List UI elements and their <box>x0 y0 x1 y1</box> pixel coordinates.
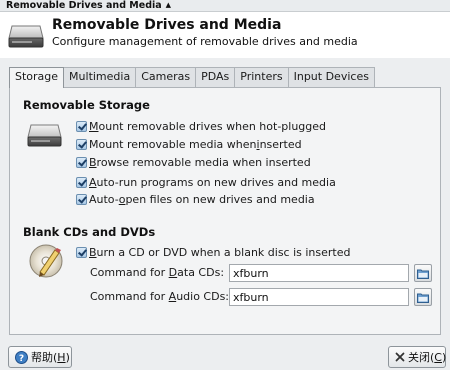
button-label: 关闭( <box>408 351 435 364</box>
browse-media-checkbox[interactable]: Browse removable media when inserted <box>76 154 311 170</box>
checkbox-label: ount removable drives when hot-plugged <box>98 119 327 133</box>
checkbox-label: Auto- <box>89 192 119 206</box>
checkbox-label: nserted <box>259 137 302 151</box>
tab-label: Storage <box>15 70 59 83</box>
mnemonic-letter: C <box>434 350 442 364</box>
window-title: Removable Drives and Media <box>6 0 162 11</box>
data-cd-command-input[interactable] <box>229 264 409 282</box>
auto-open-checkbox[interactable]: Auto-o pen files on new drives and media <box>76 191 315 207</box>
mnemonic-letter: H <box>57 350 66 364</box>
mnemonic-letter: o <box>118 192 126 206</box>
tab-label: Cameras <box>141 70 191 83</box>
checkbox-label: urn a CD or DVD when a blank disc is ins… <box>96 245 351 259</box>
folder-icon <box>417 269 429 279</box>
audio-cd-command-input[interactable] <box>229 288 409 306</box>
tab-storage[interactable]: Storage <box>9 67 65 88</box>
checkbox-checked-icon[interactable] <box>76 120 87 132</box>
tab-label: Multimedia <box>69 70 131 83</box>
dialog-header: Removable Drives and Media Configure man… <box>0 12 450 58</box>
tab-label: PDAs <box>201 70 230 83</box>
browse-audio-command-button[interactable] <box>414 288 432 306</box>
mnemonic-letter: A <box>89 175 97 189</box>
auto-run-checkbox[interactable]: Auto-run programs on new drives and medi… <box>76 174 336 190</box>
button-label: 帮助( <box>31 351 58 364</box>
folder-icon <box>417 293 429 303</box>
svg-text:?: ? <box>19 354 24 364</box>
mnemonic-letter: M <box>89 119 99 133</box>
checkbox-checked-icon[interactable] <box>76 176 87 188</box>
hard-drive-icon <box>27 124 62 147</box>
audio-cd-command-label: Command for Audio CDs: <box>90 290 229 303</box>
browse-data-command-button[interactable] <box>414 264 432 282</box>
tab-multimedia[interactable]: Multimedia <box>63 67 137 87</box>
tab-label: Input Devices <box>293 70 369 83</box>
mnemonic-letter: B <box>89 245 97 259</box>
mount-drives-hotplug-checkbox[interactable]: Mount removable drives when hot-plugged <box>76 118 326 134</box>
tab-pdas[interactable]: PDAs <box>195 67 236 87</box>
mnemonic-letter: B <box>89 155 97 169</box>
close-icon <box>395 352 405 362</box>
tab-input-devices[interactable]: Input Devices <box>287 67 375 87</box>
tab-printers[interactable]: Printers <box>234 67 289 87</box>
checkbox-label: uto-run programs on new drives and media <box>96 175 336 189</box>
label-text: Command for <box>90 266 169 279</box>
checkbox-checked-icon[interactable] <box>76 246 87 258</box>
label-text: udio CDs: <box>176 290 230 303</box>
blank-cds-heading: Blank CDs and DVDs <box>23 225 156 239</box>
burn-disc-checkbox[interactable]: Burn a CD or DVD when a blank disc is in… <box>76 244 351 260</box>
checkbox-label: Mount removable media when <box>89 137 257 151</box>
checkbox-label: pen files on new drives and media <box>125 192 315 206</box>
removable-storage-heading: Removable Storage <box>23 98 150 112</box>
tab-label: Printers <box>240 70 283 83</box>
tab-bar: Storage Multimedia Cameras PDAs Printers… <box>9 67 375 88</box>
label-text: Command for <box>90 290 169 303</box>
tab-cameras[interactable]: Cameras <box>135 67 197 87</box>
data-cd-command-label: Command for Data CDs: <box>90 266 224 279</box>
drive-icon <box>8 25 44 48</box>
label-text: ata CDs: <box>177 266 225 279</box>
header-title: Removable Drives and Media <box>52 17 282 33</box>
mnemonic-letter: D <box>168 266 178 279</box>
checkbox-checked-icon[interactable] <box>76 138 87 150</box>
window-titlebar[interactable]: Removable Drives and Media ▲ <box>0 0 450 12</box>
checkbox-checked-icon[interactable] <box>76 156 87 168</box>
close-button[interactable]: 关闭(C) <box>388 346 446 368</box>
button-label: ) <box>441 350 447 364</box>
help-button[interactable]: ? 帮助(H) <box>8 346 72 368</box>
checkbox-checked-icon[interactable] <box>76 193 87 205</box>
button-label: ) <box>65 350 70 364</box>
checkbox-label: rowse removable media when inserted <box>96 155 311 169</box>
chevron-up-icon[interactable]: ▲ <box>166 1 171 9</box>
cd-burn-icon <box>29 244 63 278</box>
help-icon: ? <box>15 350 28 364</box>
mount-media-inserted-checkbox[interactable]: Mount removable media when i nserted <box>76 136 302 152</box>
header-subtitle: Configure management of removable drives… <box>52 35 358 48</box>
